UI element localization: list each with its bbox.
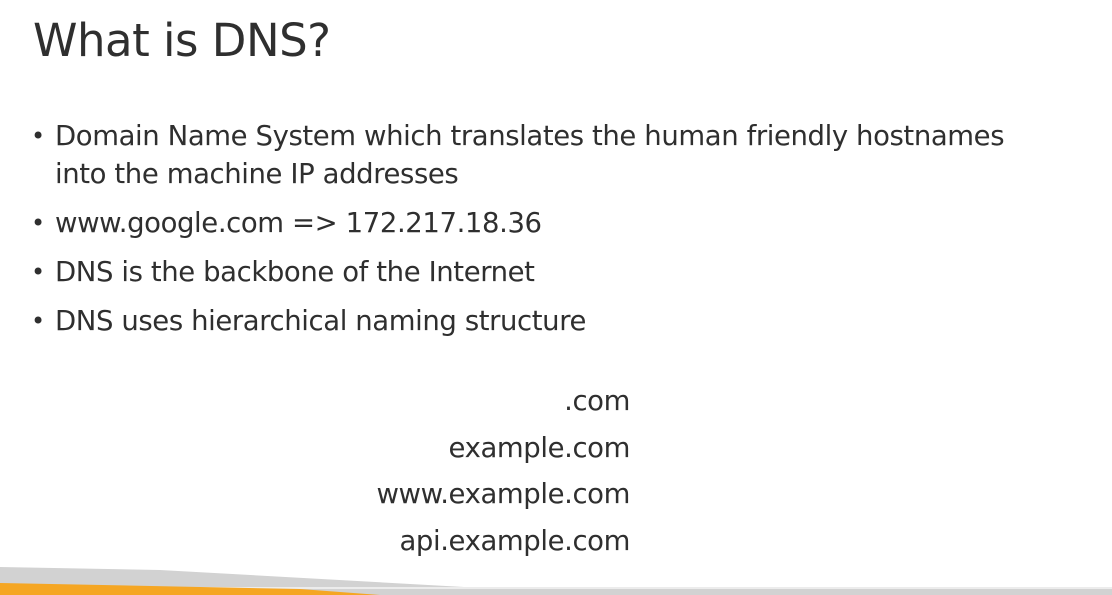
hierarchy-item-domain: example.com xyxy=(448,431,631,464)
slide: What is DNS? Domain Name System which tr… xyxy=(0,0,1112,595)
slide-title: What is DNS? xyxy=(33,14,331,67)
bullet-list: Domain Name System which translates the … xyxy=(30,117,1040,351)
hierarchy-item-subdomain-www: www.example.com xyxy=(376,478,630,510)
bullet-item: Domain Name System which translates the … xyxy=(30,117,1040,193)
hierarchy-item-tld: .com xyxy=(564,385,630,417)
bullet-item: DNS is the backbone of the Internet xyxy=(30,253,1040,291)
bullet-item: DNS uses hierarchical naming structure xyxy=(30,302,1040,340)
hierarchy-item-subdomain-api: api.example.com xyxy=(399,524,630,557)
footer-accent-bar xyxy=(0,567,1112,595)
dns-hierarchy-list: .com example.com www.example.com api.exa… xyxy=(300,378,630,564)
bullet-item: www.google.com => 172.217.18.36 xyxy=(30,204,1040,242)
